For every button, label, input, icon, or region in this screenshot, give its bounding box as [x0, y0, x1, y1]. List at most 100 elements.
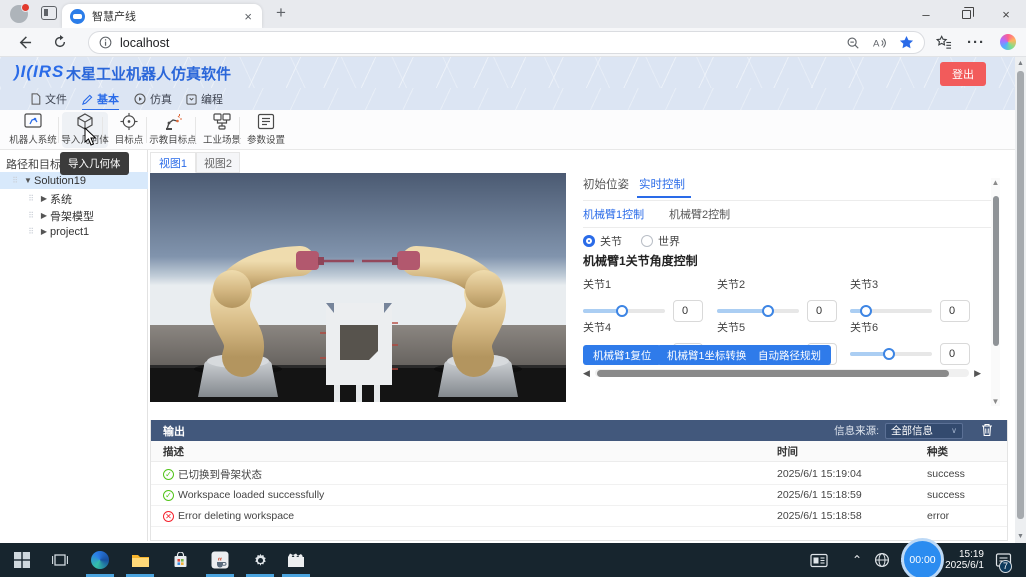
collections-icon[interactable] — [934, 32, 954, 52]
horizontal-scrollbar[interactable]: ◀ ▶ — [583, 368, 981, 378]
show-hidden-icons-chevron[interactable]: ⌃ — [852, 543, 862, 577]
radio-joint[interactable]: 关节 — [583, 233, 622, 249]
ribbon-teach-target[interactable]: 示教目标点 — [150, 112, 196, 148]
divider — [583, 200, 995, 201]
tab-realtime-control[interactable]: 实时控制 — [639, 176, 685, 192]
restore-button[interactable] — [946, 0, 986, 28]
tab-arm2-control[interactable]: 机械臂2控制 — [669, 206, 730, 222]
scroll-thumb[interactable] — [1017, 71, 1024, 519]
joint-slider[interactable] — [583, 309, 665, 313]
row-time: 2025/6/1 15:18:59 — [777, 489, 927, 501]
slider-thumb[interactable] — [762, 305, 774, 317]
tree-item-system[interactable]: ⠿ ▶ 系统 — [0, 190, 148, 207]
close-button[interactable]: × — [986, 0, 1026, 28]
view-tab-1[interactable]: 视图1 — [150, 152, 196, 173]
scroll-up-icon[interactable]: ▲ — [1015, 60, 1026, 67]
start-button[interactable] — [10, 550, 34, 570]
ribbon-robot-system[interactable]: 机器人系统 — [10, 112, 56, 148]
profile-avatar-icon[interactable] — [10, 5, 28, 23]
ribbon-parameter-settings[interactable]: 参数设置 — [243, 112, 289, 148]
clear-output-icon[interactable] — [981, 423, 993, 437]
read-aloud-icon[interactable]: A — [872, 36, 887, 50]
menu-tab-simulation[interactable]: 仿真 — [134, 90, 172, 108]
browser-tab[interactable]: 智慧产线 × — [62, 4, 262, 28]
target-point-icon — [119, 112, 139, 131]
scroll-right-icon[interactable]: ▶ — [969, 368, 981, 379]
tab-close-icon[interactable]: × — [242, 9, 254, 24]
drag-handle-icon[interactable]: ⠿ — [8, 176, 22, 185]
arm1-reset-button[interactable]: 机械臂1复位 — [583, 345, 661, 365]
slider-thumb[interactable] — [616, 305, 628, 317]
new-tab-button[interactable]: + — [276, 3, 286, 23]
minimize-button[interactable]: – — [906, 0, 946, 28]
tab-initial-pose[interactable]: 初始位姿 — [583, 176, 629, 192]
joint-slider[interactable] — [717, 309, 799, 313]
tab-arm1-control[interactable]: 机械臂1控制 — [583, 206, 644, 222]
copilot-icon[interactable] — [998, 32, 1018, 52]
back-icon[interactable] — [14, 32, 34, 52]
address-bar[interactable]: localhost A — [88, 31, 925, 54]
menu-tab-programming[interactable]: 编程 — [186, 90, 223, 108]
taskbar-clock[interactable]: 15:19 2025/6/1 — [945, 549, 984, 571]
app-header: )I(IRS 木星工业机器人仿真软件 登出 — [0, 57, 1016, 88]
store-icon[interactable] — [168, 550, 192, 570]
drag-handle-icon[interactable]: ⠿ — [24, 211, 38, 220]
view-tab-2[interactable]: 视图2 — [196, 152, 240, 173]
slider-thumb[interactable] — [883, 348, 895, 360]
scroll-thumb[interactable] — [597, 370, 949, 377]
chevron-right-icon[interactable]: ▶ — [38, 211, 50, 220]
network-globe-icon[interactable] — [874, 543, 890, 577]
output-row[interactable]: ✕Error deleting workspace 2025/6/1 15:18… — [151, 506, 1007, 527]
drag-handle-icon[interactable]: ⠿ — [24, 227, 38, 236]
task-view-icon[interactable] — [48, 550, 72, 570]
site-info-icon[interactable] — [99, 36, 112, 49]
chevron-down-icon[interactable]: ▼ — [22, 176, 34, 185]
scroll-left-icon[interactable]: ◀ — [583, 368, 595, 379]
output-row[interactable]: ✓已切换到骨架状态 2025/6/1 15:19:04 success — [151, 464, 1007, 485]
radio-world[interactable]: 世界 — [641, 233, 680, 249]
recording-timer-bubble[interactable]: 00:00 — [901, 538, 944, 577]
drag-handle-icon[interactable]: ⠿ — [24, 194, 38, 203]
pen-icon — [82, 94, 93, 105]
scroll-down-icon[interactable]: ▼ — [1015, 533, 1026, 540]
output-column-header: 描述 时间 种类 — [151, 441, 1007, 462]
joint-slider[interactable] — [850, 309, 932, 313]
tree-item-project1[interactable]: ⠿ ▶ project1 — [0, 223, 148, 240]
news-widget-icon[interactable] — [810, 543, 828, 577]
more-menu-icon[interactable]: ··· — [966, 32, 986, 52]
output-row[interactable]: ✓Workspace loaded successfully 2025/6/1 … — [151, 485, 1007, 506]
refresh-icon[interactable] — [50, 32, 70, 52]
scroll-thumb[interactable] — [993, 196, 999, 346]
settings-gear-icon[interactable] — [248, 550, 272, 570]
java-app-icon[interactable] — [208, 550, 232, 570]
tree-label: Solution19 — [34, 175, 86, 187]
scroll-down-icon[interactable]: ▼ — [991, 397, 1000, 406]
panel-vertical-scrollbar[interactable]: ▲ ▼ — [991, 178, 1000, 406]
browser-navbar: localhost A ··· — [0, 28, 1026, 57]
joint-slider[interactable] — [850, 352, 932, 356]
auto-path-planning-button[interactable]: 自动路径规划 — [748, 345, 831, 365]
arm1-coordinate-convert-button[interactable]: 机械臂1坐标转换 — [657, 345, 756, 365]
edge-icon[interactable] — [88, 550, 112, 570]
notification-badge[interactable]: 7 — [999, 560, 1012, 573]
scroll-up-icon[interactable]: ▲ — [991, 178, 1000, 187]
chevron-right-icon[interactable]: ▶ — [38, 194, 50, 203]
tree-item-skeleton-model[interactable]: ⠿ ▶ 骨架模型 — [0, 207, 148, 224]
logout-button[interactable]: 登出 — [940, 62, 986, 86]
zoom-out-icon[interactable] — [846, 36, 860, 50]
page-scrollbar[interactable]: ▲ ▼ — [1015, 57, 1026, 543]
url-text[interactable]: localhost — [120, 36, 834, 50]
chevron-right-icon[interactable]: ▶ — [38, 227, 50, 236]
file-explorer-icon[interactable] — [128, 550, 152, 570]
scroll-track[interactable] — [595, 369, 969, 377]
viewport-3d-canvas[interactable] — [150, 173, 566, 402]
menu-tab-file[interactable]: 文件 — [30, 90, 67, 108]
favorite-star-icon[interactable] — [899, 35, 914, 50]
media-app-icon[interactable] — [284, 550, 308, 570]
slider-thumb[interactable] — [860, 305, 872, 317]
vertical-tabs-icon[interactable] — [41, 6, 57, 20]
parameter-settings-icon — [256, 112, 276, 131]
menu-tab-basic[interactable]: 基本 — [82, 90, 119, 108]
joint-value-input[interactable] — [940, 343, 970, 365]
source-select[interactable]: 全部信息 ∨ — [885, 423, 963, 439]
